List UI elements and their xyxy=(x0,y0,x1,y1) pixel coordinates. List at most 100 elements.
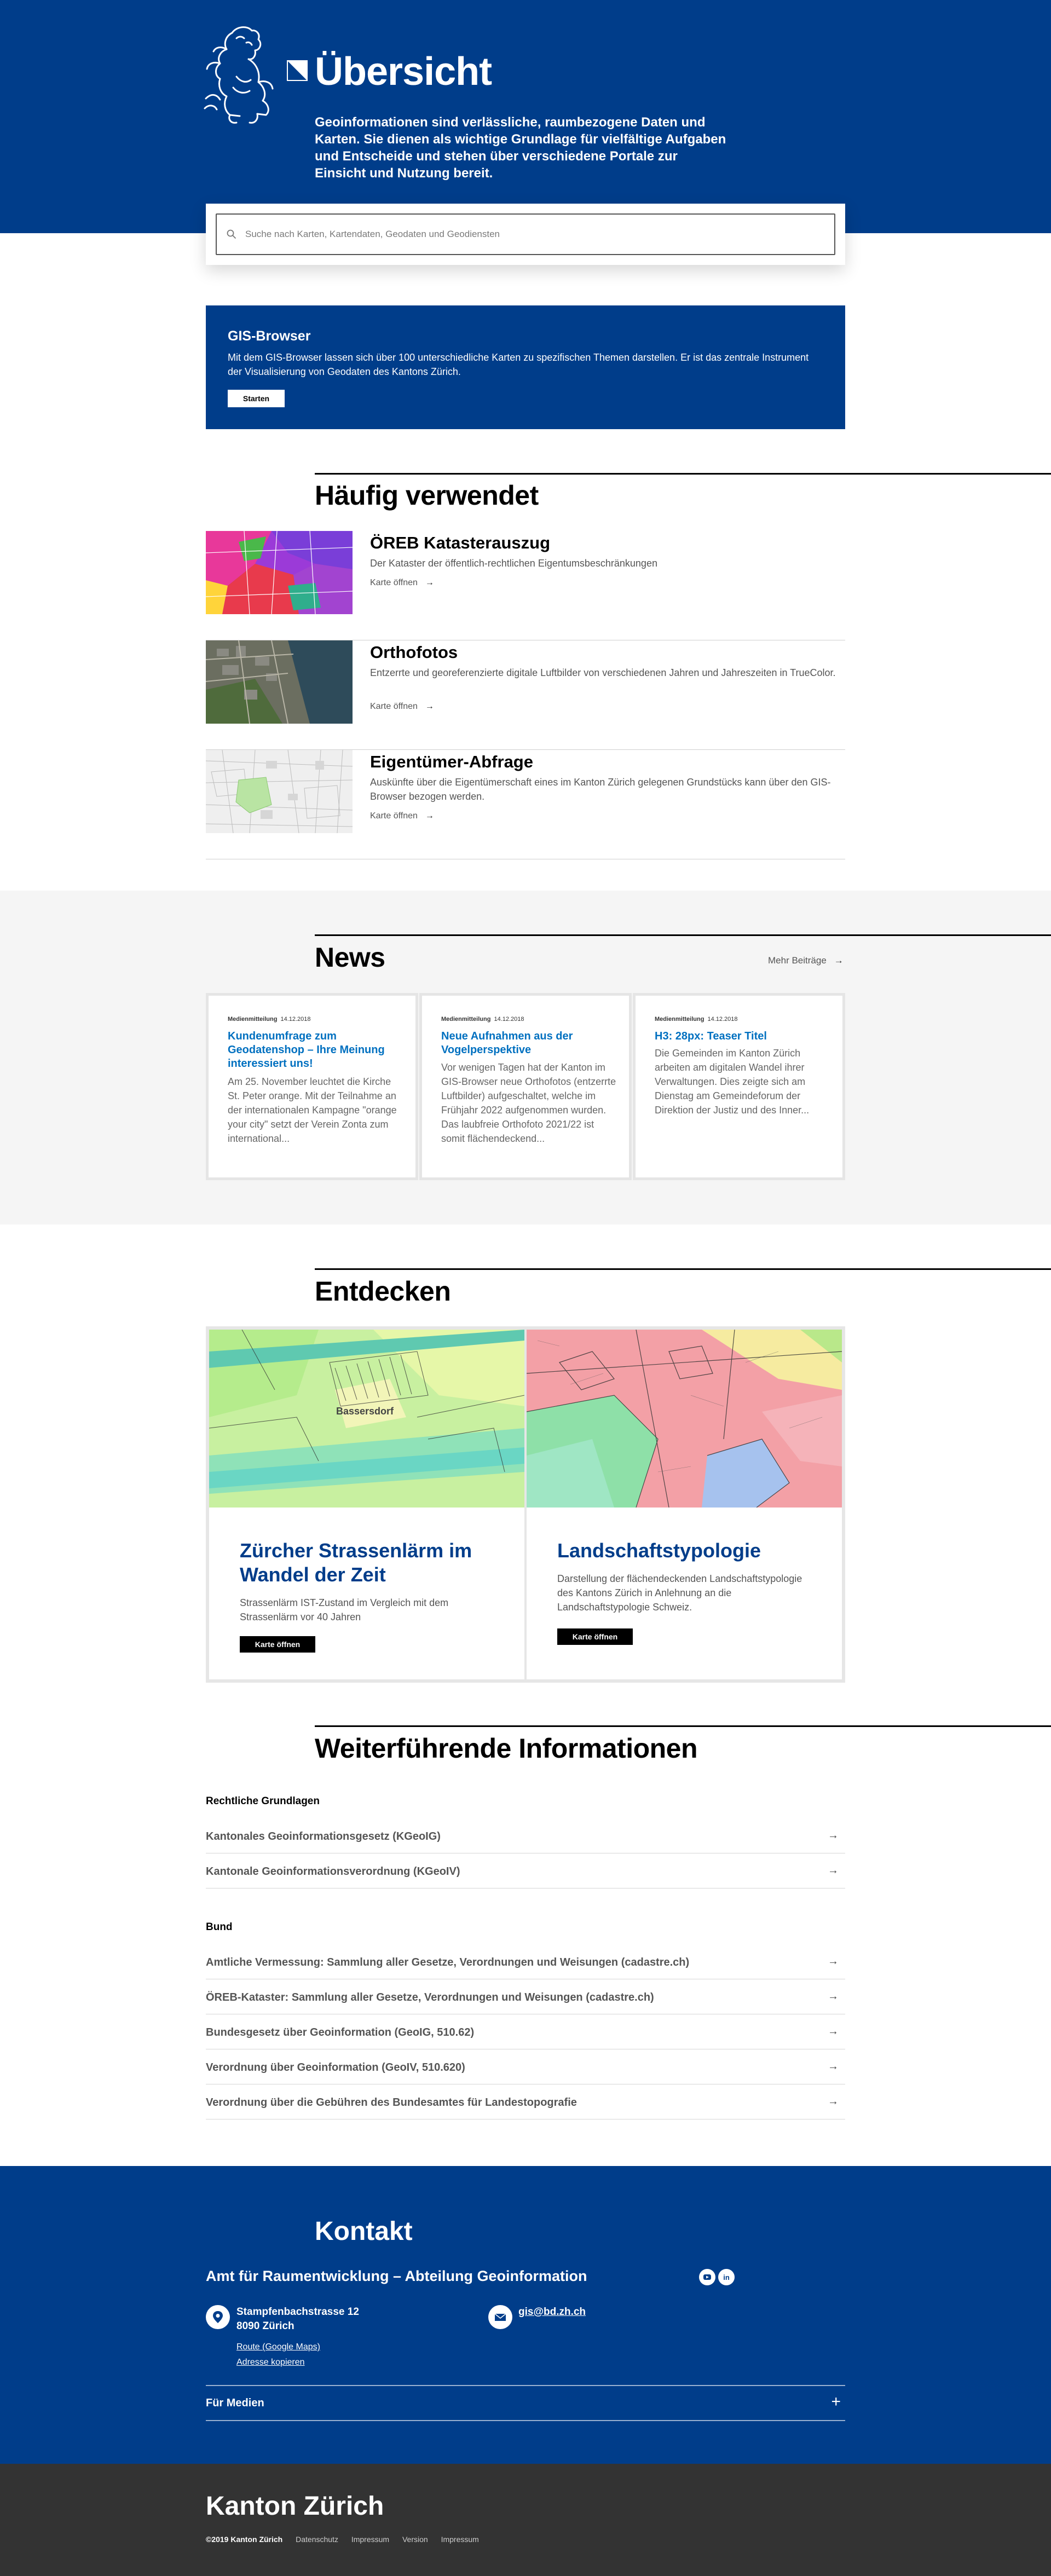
contact-email-link[interactable]: gis@bd.zh.ch xyxy=(518,2306,586,2318)
hero-lead: Geoinformationen sind verlässliche, raum… xyxy=(315,115,726,181)
info-link[interactable]: Kantonales Geoinformationsgesetz (KGeoIG… xyxy=(206,1818,845,1853)
list-item[interactable]: Orthofotos Entzerrte und georeferenziert… xyxy=(206,640,845,750)
news-meta: Medienmitteilung 14.12.2018 xyxy=(228,1016,311,1023)
news-title: News xyxy=(315,942,385,973)
open-map-button[interactable]: Karte öffnen xyxy=(557,1628,633,1645)
frequent-title: Häufig verwendet xyxy=(315,480,539,511)
contact-address: Stampfenbachstrasse 12 8090 Zürich xyxy=(236,2305,359,2334)
item-description: Auskünfte über die Eigentümerschaft eine… xyxy=(370,777,831,802)
copy-address-link[interactable]: Adresse kopieren xyxy=(236,2358,305,2367)
news-date: 14.12.2018 xyxy=(494,1016,524,1023)
arrow-right-icon: → xyxy=(828,2025,839,2037)
item-title: Eigentümer-Abfrage xyxy=(370,752,533,771)
info-link[interactable]: Verordnung über Geoinformation (GeoIV, 5… xyxy=(206,2049,845,2084)
news-type: Medienmitteilung xyxy=(655,1016,704,1023)
info-link[interactable]: Bundesgesetz über Geoinformation (GeoIG,… xyxy=(206,2014,845,2049)
news-date: 14.12.2018 xyxy=(280,1016,311,1023)
open-map-link[interactable]: Karte öffnen → xyxy=(370,702,434,712)
landscape-typology-map-image xyxy=(527,1330,842,1508)
info-link[interactable]: Verordnung über die Gebühren des Bundesa… xyxy=(206,2084,845,2119)
info-link-label: Amtliche Vermessung: Sammlung aller Gese… xyxy=(206,1956,690,1968)
more-posts-link[interactable]: Mehr Beiträge → xyxy=(768,955,844,966)
svg-text:in: in xyxy=(723,2273,730,2282)
start-button[interactable]: Starten xyxy=(228,390,285,407)
info-link-label: Bundesgesetz über Geoinformation (GeoIG,… xyxy=(206,2026,475,2038)
plus-icon: + xyxy=(831,2393,841,2411)
location-pin-icon xyxy=(206,2305,230,2329)
list-item[interactable]: ÖREB Katasterauszug Der Kataster der öff… xyxy=(206,531,845,640)
arrow-right-icon: → xyxy=(828,1864,839,1876)
contact-section: Kontakt Amt für Raumentwicklung – Abteil… xyxy=(0,2166,1051,2464)
footer-link-impressum-2[interactable]: Impressum xyxy=(441,2535,479,2544)
section-divider xyxy=(315,934,1051,936)
route-link[interactable]: Route (Google Maps) xyxy=(236,2342,320,2352)
section-divider xyxy=(315,473,1051,475)
open-map-link[interactable]: Karte öffnen → xyxy=(370,578,434,588)
info-group-title: Rechtliche Grundlagen xyxy=(206,1795,320,1807)
info-link[interactable]: Amtliche Vermessung: Sammlung aller Gese… xyxy=(206,1944,845,1979)
gis-browser-text: Mit dem GIS-Browser lassen sich über 100… xyxy=(228,352,809,377)
more-posts-label: Mehr Beiträge xyxy=(768,955,827,966)
news-card[interactable]: Medienmitteilung 14.12.2018 Neue Aufnahme… xyxy=(419,993,632,1180)
discover-card[interactable]: Landschaftstypologie Darstellung der flä… xyxy=(527,1330,842,1679)
news-card[interactable]: Medienmitteilung 14.12.2018 Kundenumfrage… xyxy=(206,993,418,1180)
gis-browser-title: GIS-Browser xyxy=(228,328,311,344)
info-link-label: Verordnung über die Gebühren des Bundesa… xyxy=(206,2096,577,2109)
address-city: 8090 Zürich xyxy=(236,2320,294,2332)
arrow-right-icon: → xyxy=(828,1829,839,1841)
arrow-right-icon: → xyxy=(828,2095,839,2107)
arrow-right-icon: → xyxy=(425,702,434,711)
arrow-right-icon: → xyxy=(828,2060,839,2072)
footer-link-impressum[interactable]: Impressum xyxy=(351,2535,389,2544)
discover-card-title[interactable]: Landschaftstypologie xyxy=(557,1539,809,1563)
discover-card-text: Darstellung der flächendeckenden Landsch… xyxy=(557,1573,802,1613)
discover-title: Entdecken xyxy=(315,1276,451,1307)
footer-link-datenschutz[interactable]: Datenschutz xyxy=(296,2535,338,2544)
news-excerpt: Am 25. November leuchtet die Kirche St. … xyxy=(228,1076,397,1144)
media-accordion-label: Für Medien xyxy=(206,2397,264,2409)
further-info-title: Weiterführende Informationen xyxy=(315,1733,698,1764)
news-headline[interactable]: Neue Aufnahmen aus der Vogelperspektive xyxy=(441,1030,616,1057)
open-map-label: Karte öffnen xyxy=(370,702,418,711)
search-field[interactable] xyxy=(216,213,835,255)
item-description: Der Kataster der öffentlich-rechtlichen … xyxy=(370,558,657,569)
arrow-right-icon: → xyxy=(425,578,434,587)
open-map-label: Karte öffnen xyxy=(370,811,418,821)
search-card xyxy=(206,204,845,265)
oereb-map-thumbnail xyxy=(206,531,353,614)
footer-link-version[interactable]: Version xyxy=(402,2535,428,2544)
youtube-icon[interactable] xyxy=(699,2269,715,2285)
open-map-button[interactable]: Karte öffnen xyxy=(240,1636,315,1653)
discover-card-text: Strassenlärm IST-Zustand im Vergleich mi… xyxy=(240,1597,449,1622)
news-excerpt: Vor wenigen Tagen hat der Kanton im GIS-… xyxy=(441,1062,616,1144)
footer-links: ©2019 Kanton Zürich Datenschutz Impressu… xyxy=(206,2535,490,2544)
info-group-title: Bund xyxy=(206,1921,233,1933)
news-excerpt: Die Gemeinden im Kanton Zürich arbeiten … xyxy=(655,1048,810,1116)
search-input[interactable] xyxy=(245,224,825,244)
list-item[interactable]: Eigentümer-Abfrage Auskünfte über die Ei… xyxy=(206,750,845,859)
news-date: 14.12.2018 xyxy=(707,1016,738,1023)
news-headline[interactable]: Kundenumfrage zum Geodatenshop – Ihre Me… xyxy=(228,1030,403,1071)
footer-title: Kanton Zürich xyxy=(206,2492,384,2521)
arrow-right-icon: → xyxy=(425,811,434,821)
discover-card-title[interactable]: Zürcher Strassenlärm im Wandel der Zeit xyxy=(240,1539,492,1587)
item-title: Orthofotos xyxy=(370,643,458,662)
media-accordion[interactable]: Für Medien + xyxy=(206,2385,845,2421)
arrow-right-icon: → xyxy=(834,955,844,966)
section-divider xyxy=(315,1268,1051,1270)
eigentuemer-map-thumbnail xyxy=(206,750,353,833)
item-title: ÖREB Katasterauszug xyxy=(370,533,551,552)
arrow-right-icon: → xyxy=(828,1990,839,2002)
page-title: Übersicht xyxy=(315,50,492,94)
info-link-label: Verordnung über Geoinformation (GeoIV, 5… xyxy=(206,2061,465,2073)
linkedin-icon[interactable]: in xyxy=(718,2269,735,2285)
news-headline[interactable]: H3: 28px: Teaser Titel xyxy=(655,1030,830,1043)
news-card[interactable]: Medienmitteilung 14.12.2018 H3: 28px: Tea… xyxy=(633,993,845,1180)
info-link-label: ÖREB-Kataster: Sammlung aller Gesetze, V… xyxy=(206,1991,654,2003)
open-map-link[interactable]: Karte öffnen → xyxy=(370,811,434,821)
discover-card[interactable]: Bassersdorf Zürcher Strassenlärm im Wand… xyxy=(209,1330,524,1679)
info-link[interactable]: ÖREB-Kataster: Sammlung aller Gesetze, V… xyxy=(206,1979,845,2014)
info-link[interactable]: Kantonale Geoinformationsverordnung (KGe… xyxy=(206,1853,845,1888)
copyright: ©2019 Kanton Zürich xyxy=(206,2535,283,2544)
map-place-label: Bassersdorf xyxy=(336,1406,394,1417)
